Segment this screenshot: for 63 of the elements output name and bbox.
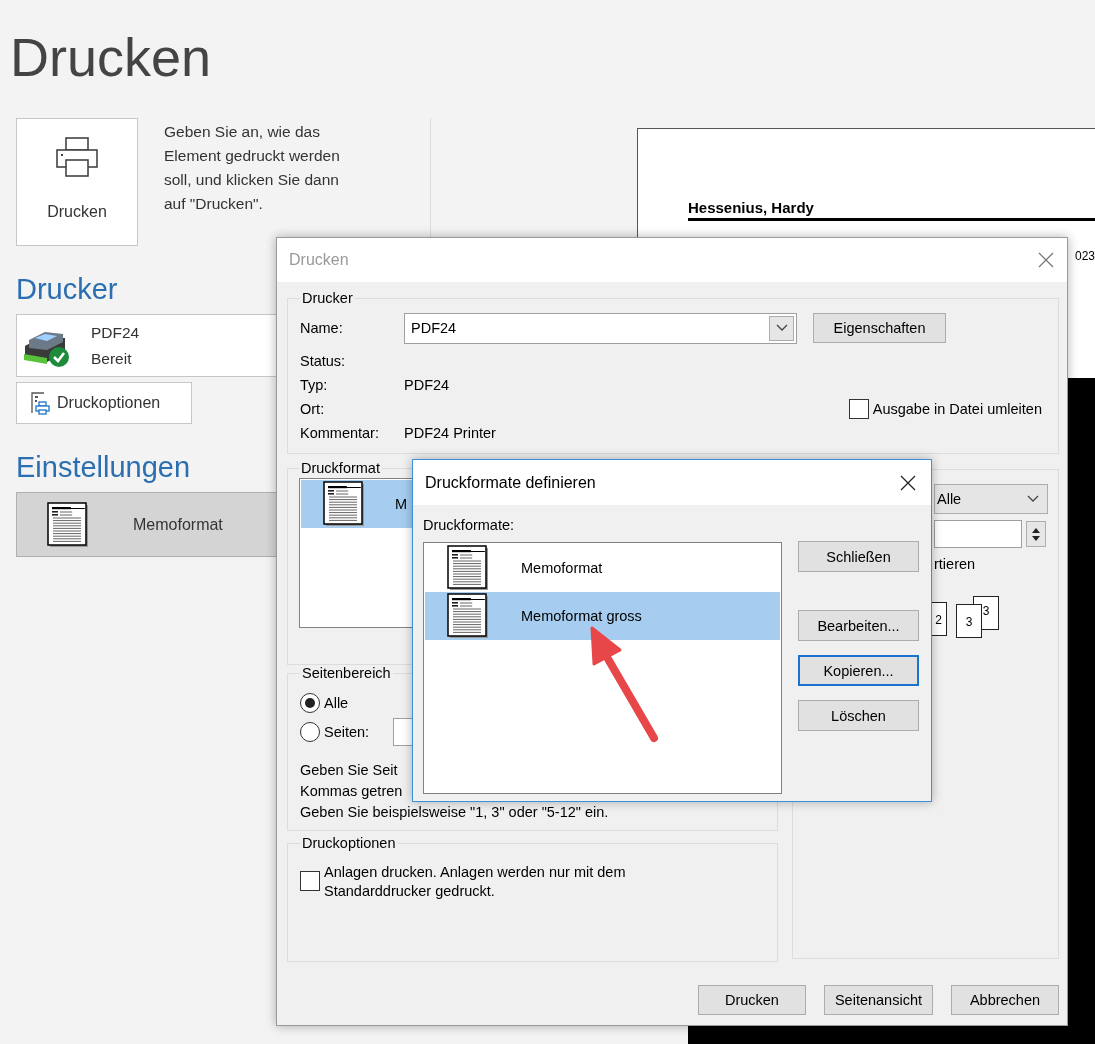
list-item[interactable]: Memoformat gross	[425, 592, 780, 640]
properties-button[interactable]: Eigenschaften	[813, 313, 946, 343]
date-text: 023	[1074, 249, 1095, 263]
group-label: Seitenbereich	[301, 665, 392, 681]
group-label: Druckoptionen	[301, 835, 397, 851]
field-label: Status:	[300, 353, 347, 369]
hint-text: Kommas getren	[300, 782, 404, 801]
group-label: Drucker	[301, 290, 354, 306]
field-label: Name:	[300, 320, 344, 336]
field-label: Typ:	[300, 377, 329, 393]
memo-page-icon	[447, 545, 489, 591]
radio-label: Seiten:	[324, 723, 370, 740]
copies-dropdown[interactable]: Alle	[934, 484, 1048, 514]
up-arrow-icon	[1032, 527, 1040, 533]
dialog-button[interactable]: Bearbeiten...	[798, 610, 919, 641]
memo-page-icon	[447, 593, 489, 639]
dialog-title: Druckformate definieren	[425, 473, 596, 492]
dialog-button[interactable]: Kopieren...	[798, 655, 919, 686]
description-text: Geben Sie an, wie das Element gedruckt werden soll, und klicken Sie dann auf "Drucken".	[164, 122, 341, 214]
checkbox[interactable]	[848, 399, 869, 419]
dropdown-caret-icon	[775, 324, 788, 332]
print-options-button[interactable]: Druckoptionen	[16, 382, 192, 424]
down-arrow-icon	[1032, 535, 1040, 541]
field-label: Kommentar:	[300, 425, 380, 441]
field-value: PDF24 Printer	[404, 425, 496, 441]
number-field[interactable]	[934, 520, 1022, 548]
memo-page-icon	[47, 501, 89, 548]
dialog-title: Drucken	[289, 251, 349, 269]
close-button[interactable]	[899, 473, 917, 492]
checkbox[interactable]	[300, 871, 320, 891]
spin-buttons[interactable]	[1026, 521, 1046, 547]
dialog-button[interactable]: Schließen	[798, 541, 919, 572]
contact-name: Hessenius, Hardy	[688, 199, 815, 216]
printer-name-dropdown[interactable]: PDF24	[404, 312, 797, 344]
printer-status: Bereit	[91, 349, 133, 368]
radio-button[interactable]	[300, 692, 320, 713]
radio-button[interactable]	[300, 721, 320, 742]
section-heading: Drucker	[16, 272, 118, 307]
dialog-button[interactable]: Drucken	[697, 985, 806, 1015]
dialog-button[interactable]: Seitenansicht	[823, 985, 933, 1015]
memo-page-icon	[323, 481, 365, 527]
checkbox-label: Ausgabe in Datei umleiten	[872, 401, 1042, 417]
field-label: Ort:	[300, 401, 326, 417]
checkbox-label: Anlagen drucken. Anlagen werden nur mit dem Standarddrucker gedruckt.	[324, 863, 627, 901]
printer-name: PDF24	[91, 323, 140, 342]
format-name: M	[395, 496, 408, 512]
dialog-button[interactable]: Abbrechen	[951, 985, 1059, 1015]
dialog-button[interactable]: Löschen	[798, 700, 919, 731]
section-heading: Einstellungen	[16, 450, 191, 485]
group-label: Druckformat	[300, 460, 381, 476]
page-title: Drucken	[9, 26, 213, 89]
print-options-icon	[29, 391, 51, 415]
hint-text: Geben Sie Seit	[300, 761, 399, 780]
radio-label: Alle	[324, 694, 349, 711]
format-name: Memoformat	[521, 560, 603, 576]
format-name: Memoformat	[133, 515, 223, 534]
format-name: Memoformat gross	[521, 608, 642, 624]
dropdown-caret-icon	[1027, 495, 1039, 503]
hint-text: Geben Sie beispielsweise "1, 3" oder "5-12" ein.	[300, 803, 610, 822]
sort-label: rtieren	[934, 556, 977, 572]
print-button[interactable]: Drucken	[16, 118, 138, 246]
page-number: 3	[956, 604, 982, 638]
field-value: PDF24	[404, 377, 450, 393]
